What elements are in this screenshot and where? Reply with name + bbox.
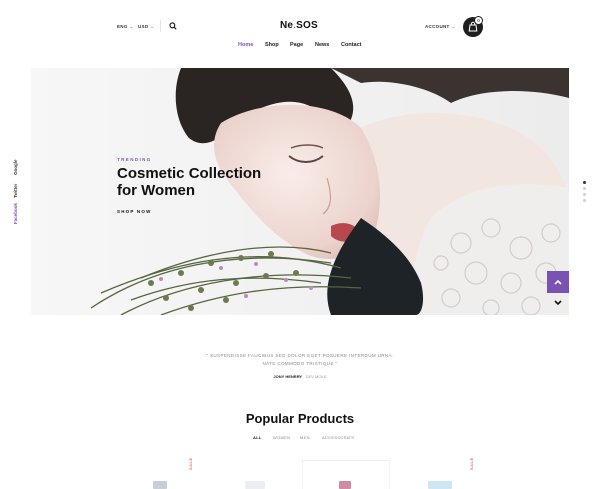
language-selector[interactable]: ENG ⌄ xyxy=(117,24,133,29)
logo-text-rest: SOS xyxy=(296,20,318,31)
shop-now-button[interactable]: SHOP NOW xyxy=(117,209,152,214)
chevron-down-icon: ⌄ xyxy=(150,24,155,29)
language-value: ENG xyxy=(117,24,128,29)
logo-text-main: Ne xyxy=(280,20,294,31)
chevron-down-icon: ⌄ xyxy=(129,24,134,29)
nav-shop[interactable]: Shop xyxy=(265,42,279,48)
sale-badge: SALE xyxy=(469,457,474,470)
author-name: JONY HENRRY xyxy=(273,374,303,379)
product-image[interactable] xyxy=(428,481,452,489)
hero-eyebrow: TRENDING xyxy=(117,157,152,162)
slider-dot-1[interactable] xyxy=(583,181,586,184)
product-image[interactable] xyxy=(153,481,167,489)
search-icon[interactable] xyxy=(169,22,177,30)
social-facebook[interactable]: Facebook xyxy=(13,203,18,224)
nav-news[interactable]: News xyxy=(315,42,329,48)
filter-all[interactable]: ALL xyxy=(253,435,262,440)
filter-men[interactable]: MEN xyxy=(300,435,310,440)
filter-women[interactable]: WOMEN xyxy=(273,435,290,440)
nav-page[interactable]: Page xyxy=(290,42,303,48)
hero-title-line-1: Cosmetic Collection xyxy=(117,165,262,182)
nav-contact[interactable]: Contact xyxy=(341,42,361,48)
filter-accessories[interactable]: ACCESSORIES xyxy=(322,435,354,440)
account-menu[interactable]: ACCOUNT ⌄ xyxy=(425,24,455,29)
hero-title: Cosmetic Collection for Women xyxy=(117,165,317,199)
currency-selector[interactable]: USD ⌄ xyxy=(138,24,154,29)
site-header: ENG ⌄ USD ⌄ Ne.SOS ACCOUNT ⌄ 0 Home Shop Pa… xyxy=(0,0,600,60)
product-filter-tabs: ALL WOMEN MEN ACCESSORIES xyxy=(0,435,600,443)
social-google[interactable]: Google xyxy=(13,160,18,176)
testimonial-author: JONY HENRRY - DEV MOLD xyxy=(200,374,400,379)
slider-dot-3[interactable] xyxy=(583,193,586,196)
nav-home[interactable]: Home xyxy=(238,42,253,48)
scroll-to-top-button[interactable] xyxy=(547,271,569,293)
site-logo[interactable]: Ne.SOS xyxy=(280,20,318,31)
account-label: ACCOUNT xyxy=(425,24,450,29)
social-twitter[interactable]: Twitter xyxy=(13,184,18,198)
divider xyxy=(160,20,161,32)
slider-dot-4[interactable] xyxy=(583,199,586,202)
chevron-down-icon: ⌄ xyxy=(451,24,456,29)
hero-title-line-2: for Women xyxy=(117,182,196,199)
chevron-down-icon[interactable] xyxy=(554,300,562,306)
slider-dot-2[interactable] xyxy=(583,187,586,190)
main-nav: Home Shop Page News Contact xyxy=(0,42,600,52)
cart-count-badge: 0 xyxy=(474,16,483,25)
currency-value: USD xyxy=(138,24,149,29)
author-role: - DEV MOLD xyxy=(303,374,327,379)
product-image[interactable] xyxy=(245,481,265,489)
sale-badge: SALE xyxy=(188,457,193,470)
testimonial-quote: " SUSPENDISSE FAUCIBUS SED DOLOR EGET PO… xyxy=(206,353,394,366)
product-image[interactable] xyxy=(339,481,351,489)
chevron-up-icon xyxy=(554,279,562,285)
section-title: Popular Products xyxy=(245,411,355,426)
